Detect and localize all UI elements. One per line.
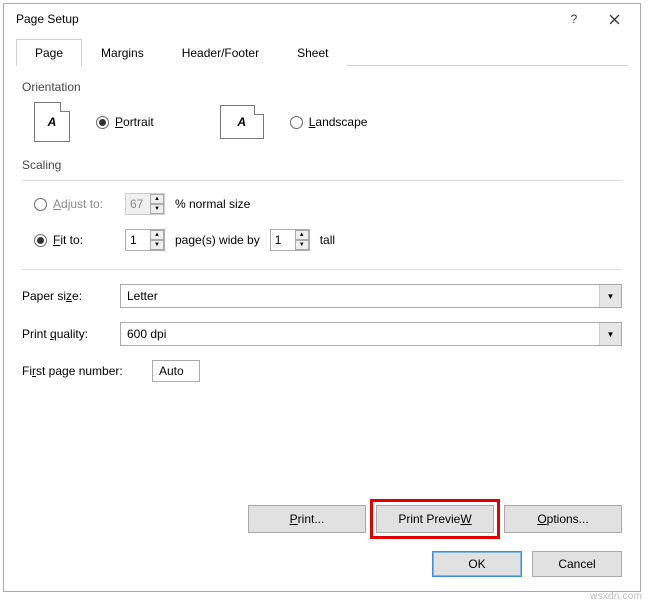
tab-margins[interactable]: Margins [82, 39, 163, 66]
first-page-input[interactable]: Auto [152, 360, 200, 382]
print-preview-button[interactable]: Print PrevieW [376, 505, 494, 533]
tab-sheet[interactable]: Sheet [278, 39, 347, 66]
title-bar: Page Setup ? [4, 4, 640, 34]
fit-suffix: tall [320, 233, 335, 247]
portrait-icon: A [34, 102, 70, 142]
dialog-title: Page Setup [16, 12, 554, 26]
print-quality-combo[interactable]: 600 dpi ▼ [120, 322, 622, 346]
spin-down-icon[interactable]: ▼ [150, 240, 164, 250]
spin-up-icon[interactable]: ▲ [150, 230, 164, 240]
chevron-down-icon[interactable]: ▼ [599, 323, 621, 345]
scaling-label: Scaling [22, 158, 622, 172]
spin-up-icon[interactable]: ▲ [295, 230, 309, 240]
chevron-down-icon[interactable]: ▼ [599, 285, 621, 307]
landscape-icon: A [220, 105, 264, 139]
page-setup-dialog: Page Setup ? Page Margins Header/Footer … [3, 3, 641, 592]
spin-up-icon[interactable]: ▲ [150, 194, 164, 204]
print-quality-label: Print quality: [22, 327, 110, 341]
print-button[interactable]: Print... [248, 505, 366, 533]
help-button[interactable]: ? [554, 5, 594, 33]
ok-button[interactable]: OK [432, 551, 522, 577]
tab-header-footer[interactable]: Header/Footer [163, 39, 278, 66]
options-button[interactable]: Options... [504, 505, 622, 533]
close-button[interactable] [594, 5, 634, 33]
tabs: Page Margins Header/Footer Sheet [16, 38, 628, 66]
cancel-button[interactable]: Cancel [532, 551, 622, 577]
spin-down-icon[interactable]: ▼ [150, 204, 164, 214]
adjust-suffix: % normal size [175, 197, 250, 211]
radio-adjust-to[interactable]: Adjust to: [34, 197, 115, 211]
orientation-label: Orientation [22, 80, 622, 94]
radio-landscape[interactable]: Landscape [290, 115, 368, 129]
paper-size-combo[interactable]: Letter ▼ [120, 284, 622, 308]
watermark: wsxdn.com [590, 591, 642, 602]
fit-tall-spinner[interactable]: ▲▼ [270, 229, 310, 251]
spin-down-icon[interactable]: ▼ [295, 240, 309, 250]
first-page-label: First page number: [22, 364, 140, 378]
radio-portrait[interactable]: PPortraitortrait [96, 115, 154, 129]
radio-fit-to[interactable]: Fit to: [34, 233, 115, 247]
fit-wide-spinner[interactable]: ▲▼ [125, 229, 165, 251]
adjust-spinner[interactable]: ▲▼ [125, 193, 165, 215]
tab-page[interactable]: Page [16, 39, 82, 66]
fit-mid-label: page(s) wide by [175, 233, 260, 247]
highlight-box: Print PrevieW [370, 499, 500, 539]
paper-size-label: Paper size: [22, 289, 110, 303]
